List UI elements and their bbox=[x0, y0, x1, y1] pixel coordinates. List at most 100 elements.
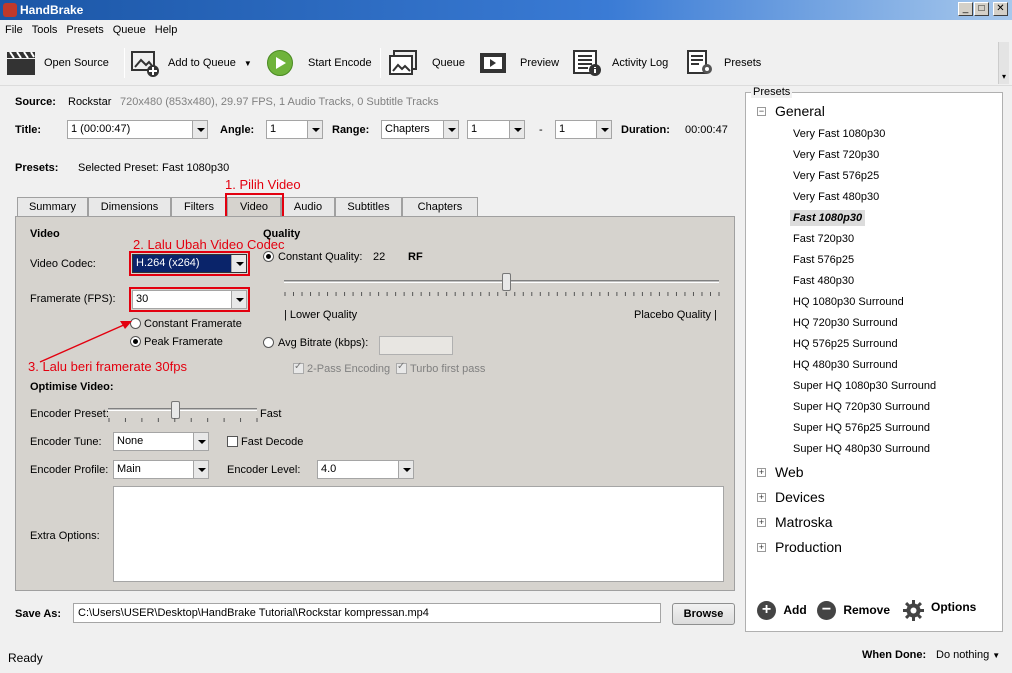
preset-item[interactable]: Fast 1080p30 bbox=[790, 210, 866, 226]
fast-decode-checkbox[interactable] bbox=[227, 436, 238, 447]
preset-group-production[interactable]: Production bbox=[775, 539, 842, 555]
source-label: Source: bbox=[15, 96, 56, 108]
preset-item[interactable]: HQ 720p30 Surround bbox=[793, 317, 898, 329]
quality-slider-ticks bbox=[284, 292, 720, 296]
browse-button[interactable]: Browse bbox=[672, 603, 735, 625]
start-encode-label: Start Encode bbox=[308, 57, 372, 69]
gear-icon bbox=[903, 600, 924, 621]
preset-item[interactable]: Fast 480p30 bbox=[793, 275, 854, 287]
encoder-preset-label: Encoder Preset: bbox=[30, 408, 109, 420]
fast-decode-label: Fast Decode bbox=[241, 436, 304, 448]
open-source-label: Open Source bbox=[44, 57, 109, 69]
play-icon bbox=[266, 49, 294, 77]
menu-presets[interactable]: Presets bbox=[61, 20, 107, 36]
menu-bar: File Tools Presets Queue Help bbox=[0, 20, 1012, 40]
devices-expand-icon[interactable]: + bbox=[757, 493, 766, 502]
avg-bitrate-radio[interactable] bbox=[263, 337, 274, 348]
range-end-select[interactable]: 1 bbox=[555, 120, 612, 139]
angle-select[interactable]: 1 bbox=[266, 120, 323, 139]
menu-queue[interactable]: Queue bbox=[108, 20, 150, 36]
production-expand-icon[interactable]: + bbox=[757, 543, 766, 552]
preset-item[interactable]: Very Fast 1080p30 bbox=[793, 128, 885, 140]
preset-item[interactable]: Fast 720p30 bbox=[793, 233, 854, 245]
encoder-tune-select[interactable]: None bbox=[113, 432, 209, 451]
queue-label: Queue bbox=[432, 57, 466, 69]
extra-options-label: Extra Options: bbox=[30, 530, 100, 542]
preset-item[interactable]: HQ 576p25 Surround bbox=[793, 338, 898, 350]
tab-chapters[interactable]: Chapters bbox=[402, 197, 478, 217]
two-pass-checkbox[interactable] bbox=[293, 361, 304, 374]
tab-filters[interactable]: Filters bbox=[171, 197, 227, 217]
range-start-select[interactable]: 1 bbox=[467, 120, 525, 139]
preset-remove-button[interactable]: − Remove bbox=[817, 601, 890, 620]
tab-audio[interactable]: Audio bbox=[281, 197, 335, 217]
preset-item[interactable]: Very Fast 480p30 bbox=[793, 191, 879, 203]
preset-item[interactable]: Very Fast 720p30 bbox=[793, 149, 879, 161]
menu-help[interactable]: Help bbox=[150, 20, 182, 36]
menu-file[interactable]: File bbox=[0, 20, 27, 36]
range-label: Range: bbox=[332, 124, 370, 136]
annotation-box-framerate bbox=[129, 287, 250, 312]
general-collapse-icon[interactable]: − bbox=[757, 107, 766, 116]
annotation-step3: 3. Lalu beri framerate 30fps bbox=[28, 359, 187, 374]
maximize-button[interactable]: □ bbox=[974, 2, 989, 16]
preset-item[interactable]: Super HQ 720p30 Surround bbox=[793, 401, 930, 413]
encoder-preset-slider-ticks bbox=[108, 418, 258, 422]
quality-section-title: Quality bbox=[263, 228, 301, 240]
activity-log-button[interactable]: Activity Log bbox=[572, 48, 668, 78]
source-name: Rockstar bbox=[68, 96, 112, 108]
preview-button[interactable]: Preview bbox=[478, 48, 559, 78]
preset-group-matroska[interactable]: Matroska bbox=[775, 514, 833, 530]
web-expand-icon[interactable]: + bbox=[757, 468, 766, 477]
preview-label: Preview bbox=[520, 57, 560, 69]
source-info: 720x480 (853x480), 29.97 FPS, 1 Audio Tr… bbox=[120, 96, 439, 108]
open-source-button[interactable]: Open Source bbox=[6, 48, 109, 78]
avg-bitrate-input[interactable] bbox=[379, 336, 453, 355]
preset-group-general[interactable]: General bbox=[775, 103, 825, 119]
chevron-down-icon[interactable]: ▼ bbox=[244, 59, 252, 68]
extra-options-textarea[interactable] bbox=[113, 486, 724, 582]
range-separator: - bbox=[539, 124, 543, 136]
start-encode-button[interactable]: Start Encode bbox=[266, 48, 372, 78]
tab-dimensions[interactable]: Dimensions bbox=[88, 197, 171, 217]
chevron-down-icon: ▼ bbox=[992, 651, 1001, 660]
presets-button[interactable]: Presets bbox=[686, 48, 761, 78]
optimise-section-title: Optimise Video: bbox=[30, 381, 114, 393]
encoder-profile-label: Encoder Profile: bbox=[30, 464, 109, 476]
when-done-select[interactable]: Do nothing ▼ bbox=[936, 649, 1000, 661]
preset-item[interactable]: Fast 576p25 bbox=[793, 254, 854, 266]
toolbar: Open Source Add to Queue ▼ Start Encode … bbox=[0, 40, 1012, 86]
preset-item[interactable]: Super HQ 480p30 Surround bbox=[793, 443, 930, 455]
preset-item[interactable]: HQ 480p30 Surround bbox=[793, 359, 898, 371]
avg-bitrate-label: Avg Bitrate (kbps): bbox=[278, 337, 369, 349]
preset-group-web[interactable]: Web bbox=[775, 464, 804, 480]
toolbar-overflow-icon[interactable]: ▾ bbox=[998, 42, 1009, 84]
encoder-preset-slider-thumb[interactable] bbox=[171, 401, 181, 419]
preset-options-button[interactable]: Options bbox=[903, 600, 976, 621]
title-select[interactable]: 1 (00:00:47) bbox=[67, 120, 208, 139]
tab-subtitles[interactable]: Subtitles bbox=[335, 197, 402, 217]
preset-item[interactable]: Very Fast 576p25 bbox=[793, 170, 879, 182]
preset-item[interactable]: Super HQ 576p25 Surround bbox=[793, 422, 930, 434]
rf-label: RF bbox=[408, 251, 423, 263]
matroska-expand-icon[interactable]: + bbox=[757, 518, 766, 527]
encoder-level-select[interactable]: 4.0 bbox=[317, 460, 414, 479]
range-select[interactable]: Chapters bbox=[381, 120, 459, 139]
menu-tools[interactable]: Tools bbox=[27, 20, 62, 36]
encoder-profile-select[interactable]: Main bbox=[113, 460, 209, 479]
constant-quality-value: 22 bbox=[373, 251, 386, 263]
minimize-button[interactable]: _ bbox=[958, 2, 973, 16]
quality-slider-thumb[interactable] bbox=[501, 273, 511, 291]
constant-quality-radio[interactable] bbox=[263, 251, 274, 262]
preset-item[interactable]: Super HQ 1080p30 Surround bbox=[793, 380, 936, 392]
encoder-preset-slider-track[interactable] bbox=[108, 408, 257, 411]
close-button[interactable]: ✕ bbox=[993, 2, 1008, 16]
tab-summary[interactable]: Summary bbox=[17, 197, 88, 217]
save-as-path-input[interactable]: C:\Users\USER\Desktop\HandBrake Tutorial… bbox=[73, 603, 661, 623]
preset-group-devices[interactable]: Devices bbox=[775, 489, 825, 505]
queue-button[interactable]: Queue bbox=[388, 48, 465, 78]
preset-item[interactable]: HQ 1080p30 Surround bbox=[793, 296, 904, 308]
turbo-first-pass-checkbox[interactable] bbox=[396, 361, 407, 374]
preset-add-button[interactable]: + Add bbox=[757, 601, 807, 620]
add-to-queue-button[interactable]: Add to Queue ▼ bbox=[130, 48, 252, 78]
